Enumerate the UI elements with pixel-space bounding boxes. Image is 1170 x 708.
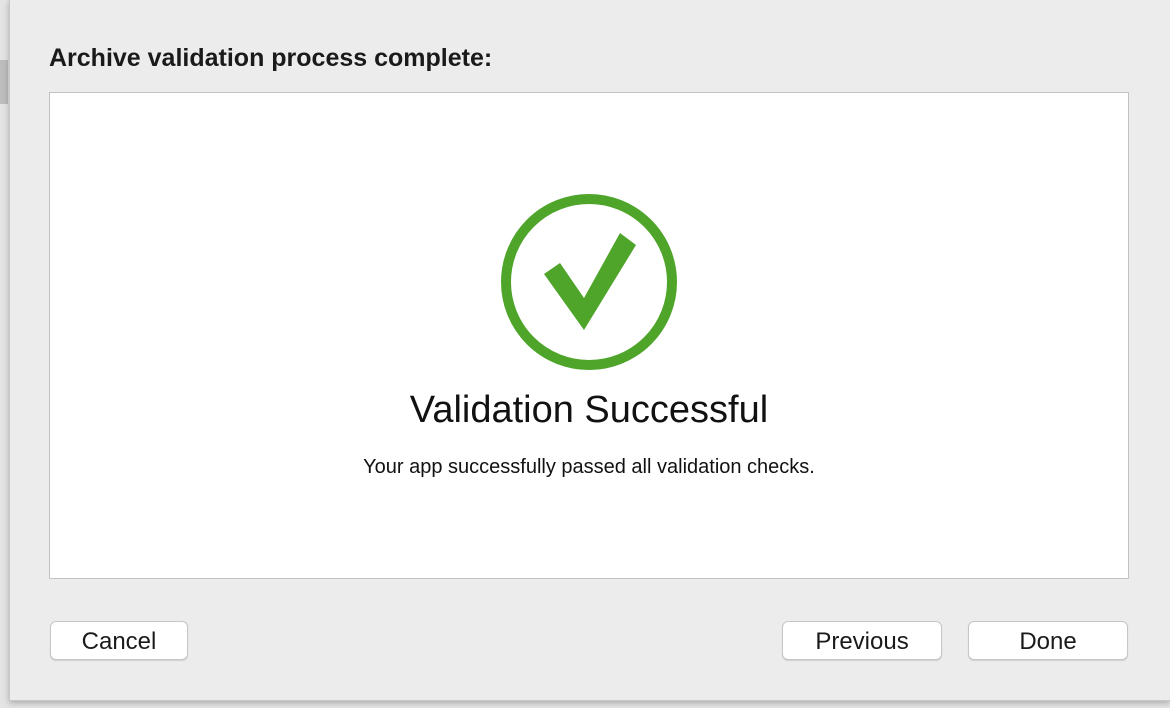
sheet-title: Archive validation process complete: bbox=[49, 44, 493, 72]
cancel-button[interactable]: Cancel bbox=[50, 621, 188, 660]
done-button[interactable]: Done bbox=[968, 621, 1128, 660]
background-window-edge bbox=[0, 60, 8, 104]
result-message: Your app successfully passed all validat… bbox=[363, 456, 815, 478]
result-title: Validation Successful bbox=[409, 389, 769, 431]
previous-button[interactable]: Previous bbox=[782, 621, 942, 660]
result-panel: Validation Successful Your app successfu… bbox=[49, 92, 1129, 579]
validation-sheet: Archive validation process complete: Val… bbox=[9, 0, 1170, 701]
checkmark-circle-icon bbox=[501, 194, 677, 370]
